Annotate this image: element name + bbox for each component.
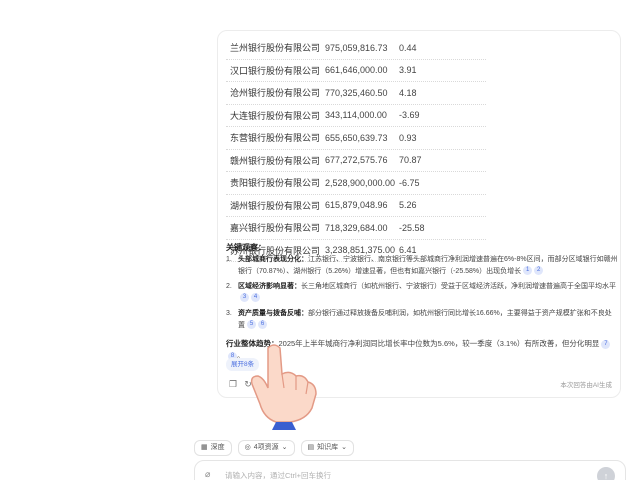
observation-body: 区域经济影响显著：长三角地区城商行（如杭州银行、宁波银行）受益于区域经济活跃，净…: [238, 281, 618, 304]
chip-label: 知识库: [317, 444, 339, 451]
bank-profit-cell: 2,528,900,000.00: [325, 177, 396, 188]
bank-name-cell: 贵阳银行股份有限公司: [230, 178, 321, 189]
observation-label: 区域经济影响显著：: [238, 283, 301, 290]
bank-growth-cell: -25.58: [399, 222, 425, 233]
trend-text: 2025年上半年城商行净利润同比增长率中位数为5.6%，较一季度（3.1%）有所…: [278, 339, 600, 348]
bank-name-cell: 东营银行股份有限公司: [230, 133, 321, 144]
bank-profit-cell: 655,650,639.73: [325, 132, 388, 143]
bank-name-cell: 沧州银行股份有限公司: [230, 88, 321, 99]
citation-badge[interactable]: 1: [523, 266, 533, 276]
bank-growth-cell: 70.87: [399, 155, 422, 166]
table-row: 兰州银行股份有限公司 975,059,816.73 0.44: [226, 37, 486, 60]
observation-item: 3. 资产质量与拨备反哺：部分银行通过释放拨备反哺利润，如杭州银行同比增长16.6…: [226, 308, 618, 331]
deep-thinking-chip[interactable]: ▦ 深度: [194, 440, 232, 456]
bank-profit-table: 兰州银行股份有限公司 975,059,816.73 0.44 汉口银行股份有限公司 66…: [226, 37, 486, 262]
globe-icon: ◎: [244, 444, 251, 451]
bank-name-cell: 赣州银行股份有限公司: [230, 155, 321, 166]
chip-label: 4项资源: [253, 444, 279, 451]
table-row: 湖州银行股份有限公司 615,879,048.96 5.26: [226, 195, 486, 217]
bank-profit-cell: 975,059,816.73: [325, 42, 388, 53]
bank-profit-cell: 718,329,684.00: [325, 222, 388, 233]
bank-growth-cell: 5.26: [399, 200, 417, 211]
bank-name-cell: 汉口银行股份有限公司: [230, 65, 321, 76]
bank-growth-cell: 4.18: [399, 87, 417, 98]
citation-badge[interactable]: 2: [534, 266, 544, 276]
citation-badge[interactable]: 4: [251, 293, 260, 303]
folder-icon: ▤: [307, 444, 315, 451]
bank-name-cell: 湖州银行股份有限公司: [230, 200, 321, 211]
table-row: 赣州银行股份有限公司 677,272,575.76 70.87: [226, 150, 486, 172]
bank-name-cell: 兰州银行股份有限公司: [230, 43, 321, 54]
observation-text: 长三角地区城商行（如杭州银行、宁波银行）受益于区域经济活跃，净利润增速普遍高于全…: [301, 283, 616, 290]
bank-profit-cell: 343,114,000.00: [325, 110, 387, 121]
table-row: 汉口银行股份有限公司 661,646,000.00 3.91: [226, 60, 486, 82]
knowledge-base-chip[interactable]: ▤ 知识库 ⌄: [300, 440, 355, 456]
bank-profit-cell: 677,272,575.76: [325, 155, 388, 166]
observation-body: 头部城商行表现分化：江苏银行、宁波银行、南京银行等头部城商行净利润增速普遍在6%…: [238, 254, 618, 277]
bank-profit-cell: 661,646,000.00: [325, 65, 388, 76]
bank-growth-cell: 0.44: [399, 42, 417, 53]
table-row: 嘉兴银行股份有限公司 718,329,684.00 -25.58: [226, 217, 486, 240]
observation-label: 头部城商行表现分化：: [238, 256, 308, 263]
observation-item: 1. 头部城商行表现分化：江苏银行、宁波银行、南京银行等头部城商行净利润增速普遍在…: [226, 254, 618, 277]
chevron-down-icon: ⌄: [281, 444, 288, 451]
bank-growth-cell: -3.69: [399, 110, 420, 121]
bank-growth-cell: 0.93: [399, 132, 417, 143]
table-row: 沧州银行股份有限公司 770,325,460.50 4.18: [226, 82, 486, 105]
observation-item: 2. 区域经济影响显著：长三角地区城商行（如杭州银行、宁波银行）受益于区域经济活跃…: [226, 281, 618, 304]
observation-number: 1.: [226, 256, 232, 263]
bank-growth-cell: 3.91: [399, 65, 417, 76]
observations-title: 关键观察：: [226, 243, 266, 252]
citation-badge[interactable]: 6: [258, 320, 267, 330]
observation-body: 资产质量与拨备反哺：部分银行通过释放拨备反哺利润，如杭州银行同比增长16.66%…: [238, 308, 618, 331]
chat-input-bar[interactable]: ⌀ 请输入内容，通过Ctrl+回车换行 ↑: [194, 460, 626, 480]
chip-label: 深度: [210, 444, 225, 451]
tool-chips: ▦ 深度 ◎ 4项资源 ⌄ ▤ 知识库 ⌄: [194, 440, 355, 456]
table-row: 贵阳银行股份有限公司 2,528,900,000.00 -6.75: [226, 172, 486, 195]
observation-label: 资产质量与拨备反哺：: [238, 310, 308, 317]
citation-badge[interactable]: 7: [601, 339, 611, 349]
bank-name-cell: 大连银行股份有限公司: [230, 110, 321, 121]
observation-number: 2.: [226, 283, 232, 290]
send-button[interactable]: ↑: [597, 467, 615, 480]
bank-profit-cell: 615,879,048.96: [325, 200, 388, 211]
input-placeholder[interactable]: 请输入内容，通过Ctrl+回车换行: [225, 470, 331, 480]
pointer-hand-icon: [250, 344, 317, 430]
sources-chip[interactable]: ◎ 4项资源 ⌄: [237, 440, 295, 456]
grid-icon: ▦: [201, 444, 208, 451]
ai-generated-note: 本次回答由AI生成: [560, 382, 612, 389]
observations-list: 1. 头部城商行表现分化：江苏银行、宁波银行、南京银行等头部城商行净利润增速普遍在…: [226, 254, 618, 335]
citation-badge[interactable]: 5: [247, 320, 256, 330]
copy-icon[interactable]: ❐: [228, 379, 238, 389]
bank-growth-cell: -6.75: [399, 177, 420, 188]
bank-profit-cell: 770,325,460.50: [325, 87, 388, 98]
chevron-down-icon: ⌄: [341, 444, 348, 451]
citation-badge[interactable]: 3: [240, 293, 249, 303]
table-row: 东营银行股份有限公司 655,650,639.73 0.93: [226, 127, 486, 150]
attachment-icon[interactable]: ⌀: [205, 469, 210, 480]
table-row: 大连银行股份有限公司 343,114,000.00 -3.69: [226, 105, 486, 127]
bank-name-cell: 嘉兴银行股份有限公司: [230, 223, 321, 234]
observation-number: 3.: [226, 310, 232, 317]
